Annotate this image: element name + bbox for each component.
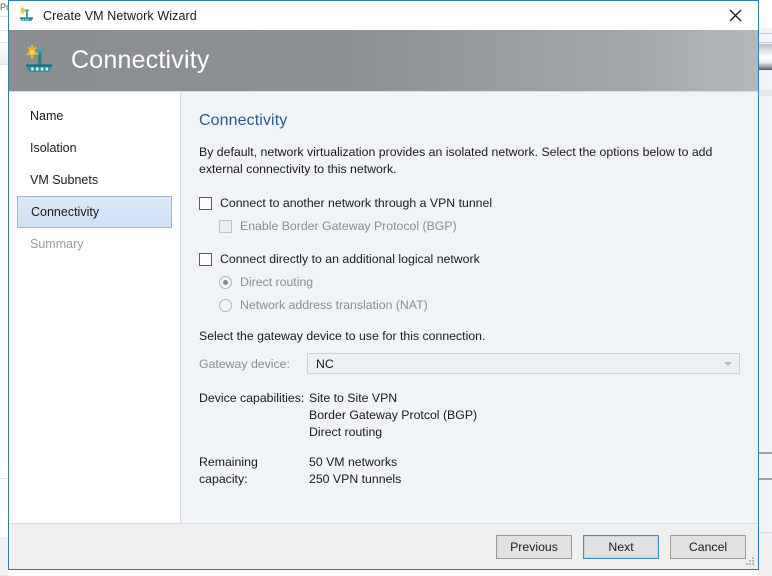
checkbox-row-logical-network[interactable]: Connect directly to an additional logica… [199, 252, 740, 267]
background-left-text: Po [0, 2, 8, 12]
background-right-strip [758, 0, 772, 576]
radio-row-direct-routing: Direct routing [219, 275, 740, 290]
sidebar-item-summary: Summary [17, 228, 172, 260]
radio-label-direct-routing: Direct routing [240, 275, 314, 289]
titlebar: Create VM Network Wizard [9, 1, 758, 30]
background-right-divider [758, 478, 772, 480]
gateway-device-label: Gateway device: [199, 356, 290, 371]
remaining-capacity-item: 50 VM networks [309, 455, 398, 469]
background-left-row [0, 479, 8, 537]
device-capabilities-block: Device capabilities: Site to Site VPN Bo… [199, 390, 740, 441]
checkbox-row-vpn-tunnel[interactable]: Connect to another network through a VPN… [199, 196, 740, 211]
radio-direct-routing [219, 276, 232, 289]
dialog-footer: Previous Next Cancel [9, 523, 758, 569]
gateway-device-value: NC [316, 356, 334, 371]
cancel-button[interactable]: Cancel [670, 534, 746, 559]
background-left-row: Po [0, 0, 8, 17]
wizard-header: Connectivity [9, 30, 758, 91]
sidebar-item-connectivity[interactable]: Connectivity [17, 196, 172, 228]
sidebar-item-label: Connectivity [31, 205, 100, 219]
radio-row-nat: Network address translation (NAT) [219, 298, 740, 313]
sidebar-item-label: Name [30, 109, 64, 123]
checkbox-vpn-tunnel[interactable] [199, 197, 212, 210]
background-left-row [0, 65, 8, 465]
sidebar-item-label: Summary [30, 237, 84, 251]
create-vm-network-wizard-dialog: Create VM Network Wizard Connectivity Na… [8, 0, 759, 570]
background-right-divider [758, 42, 772, 43]
sidebar-item-label: VM Subnets [30, 173, 99, 187]
wizard-steps-sidebar: Name Isolation VM Subnets Connectivity S… [9, 92, 181, 523]
sidebar-item-vm-subnets[interactable]: VM Subnets [17, 164, 172, 196]
remaining-capacity-item: 250 VPN tunnels [309, 472, 402, 486]
window-title: Create VM Network Wizard [43, 8, 197, 23]
device-capability-item: Direct routing [309, 425, 383, 439]
page-description: By default, network virtualization provi… [199, 145, 713, 176]
device-capabilities-label: Device capabilities: [199, 391, 305, 405]
remaining-capacity-label: Remaining capacity: [199, 455, 258, 486]
background-right-divider [758, 33, 772, 34]
gateway-device-row: Gateway device: NC [199, 353, 740, 374]
checkbox-label-vpn-tunnel: Connect to another network through a VPN… [220, 196, 493, 210]
checkbox-logical-network[interactable] [199, 253, 212, 266]
background-left-row [0, 537, 8, 576]
vm-network-icon [18, 7, 35, 24]
chevron-down-icon [724, 361, 732, 366]
background-left-row [0, 43, 8, 65]
sidebar-item-isolation[interactable]: Isolation [17, 132, 172, 164]
checkbox-label-logical-network: Connect directly to an additional logica… [220, 252, 480, 266]
radio-label-nat: Network address translation (NAT) [240, 298, 428, 312]
close-icon[interactable] [713, 1, 758, 29]
radio-nat [219, 299, 232, 312]
remaining-capacity-block: Remaining capacity: 50 VM networks 250 V… [199, 454, 740, 488]
background-right-ribbon [758, 44, 772, 70]
checkbox-bgp [219, 220, 232, 233]
background-left-row [0, 465, 8, 479]
gateway-prompt: Select the gateway device to use for thi… [199, 329, 486, 343]
resize-grip[interactable] [743, 554, 755, 566]
background-right-statusbar [758, 532, 772, 576]
checkbox-label-bgp: Enable Border Gateway Protocol (BGP) [240, 219, 457, 233]
background-right-divider [758, 452, 772, 454]
page-title: Connectivity [199, 112, 288, 129]
background-right-titlebar [758, 0, 772, 28]
vm-network-icon [23, 44, 55, 77]
main-content: Connectivity By default, network virtual… [181, 92, 758, 523]
background-left-row [0, 17, 8, 31]
background-left-row [0, 31, 8, 43]
previous-button[interactable]: Previous [496, 534, 572, 559]
gateway-device-select[interactable]: NC [307, 353, 740, 374]
header-title: Connectivity [71, 46, 210, 74]
remaining-capacity-values: 50 VM networks 250 VPN tunnels [309, 454, 401, 488]
sidebar-item-label: Isolation [30, 141, 77, 155]
checkbox-row-bgp: Enable Border Gateway Protocol (BGP) [219, 219, 740, 234]
next-button[interactable]: Next [583, 534, 659, 559]
sidebar-item-name[interactable]: Name [17, 100, 172, 132]
device-capabilities-values: Site to Site VPN Border Gateway Protcol … [309, 390, 477, 441]
dialog-body: Name Isolation VM Subnets Connectivity S… [9, 91, 758, 523]
background-right-panel [758, 90, 772, 96]
device-capability-item: Site to Site VPN [309, 391, 398, 405]
device-capability-item: Border Gateway Protcol (BGP) [309, 408, 478, 422]
